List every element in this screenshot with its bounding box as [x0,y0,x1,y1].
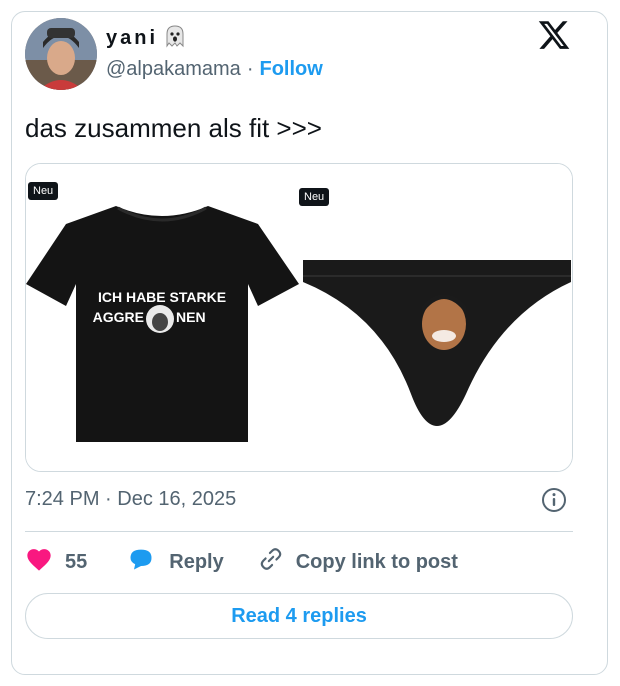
author-handle[interactable]: @alpakamama [106,58,241,81]
read-replies-label: Read 4 replies [231,604,367,627]
media-image-shirt[interactable]: ICH HABE STARKE AGGRE NEN Neu [26,164,299,471]
badge-new: Neu [299,188,330,206]
ghost-icon [164,24,186,53]
like-button[interactable]: 55 [25,546,87,578]
copy-link-label: Copy link to post [295,550,458,573]
shirt-text-line1: ICH HABE STARKE [98,289,226,305]
display-name[interactable]: yani [106,27,158,50]
read-replies-button[interactable]: Read 4 replies [25,593,573,639]
handle-row: @alpakamama · Follow [106,58,323,81]
shirt-text-line2-b: NEN [176,309,206,325]
divider [25,531,573,532]
info-icon[interactable] [541,487,567,513]
media-image-underwear[interactable]: Neu [299,164,572,471]
author-name-row: yani [106,24,186,53]
badge-new: Neu [28,182,59,200]
heart-icon [25,546,53,578]
separator: · [246,58,254,80]
tweet-timestamp[interactable]: 7:24 PM · Dec 16, 2025 [25,488,236,511]
shirt-text-line2-a: AGGRE [93,309,144,325]
tweet-text: das zusammen als fit >>> [25,113,322,143]
reply-button[interactable]: Reply [127,546,224,578]
like-count: 55 [65,550,88,573]
reply-bubble-icon [127,546,155,578]
avatar[interactable] [25,18,97,90]
follow-button[interactable]: Follow [259,58,322,81]
tweet-actions: 55 Reply Copy link to post [25,547,458,577]
link-icon [258,546,284,578]
x-logo-icon[interactable] [537,18,571,52]
media-container[interactable]: ICH HABE STARKE AGGRE NEN Neu Neu [25,163,573,472]
reply-label: Reply [169,550,224,573]
copy-link-button[interactable]: Copy link to post [258,546,458,578]
